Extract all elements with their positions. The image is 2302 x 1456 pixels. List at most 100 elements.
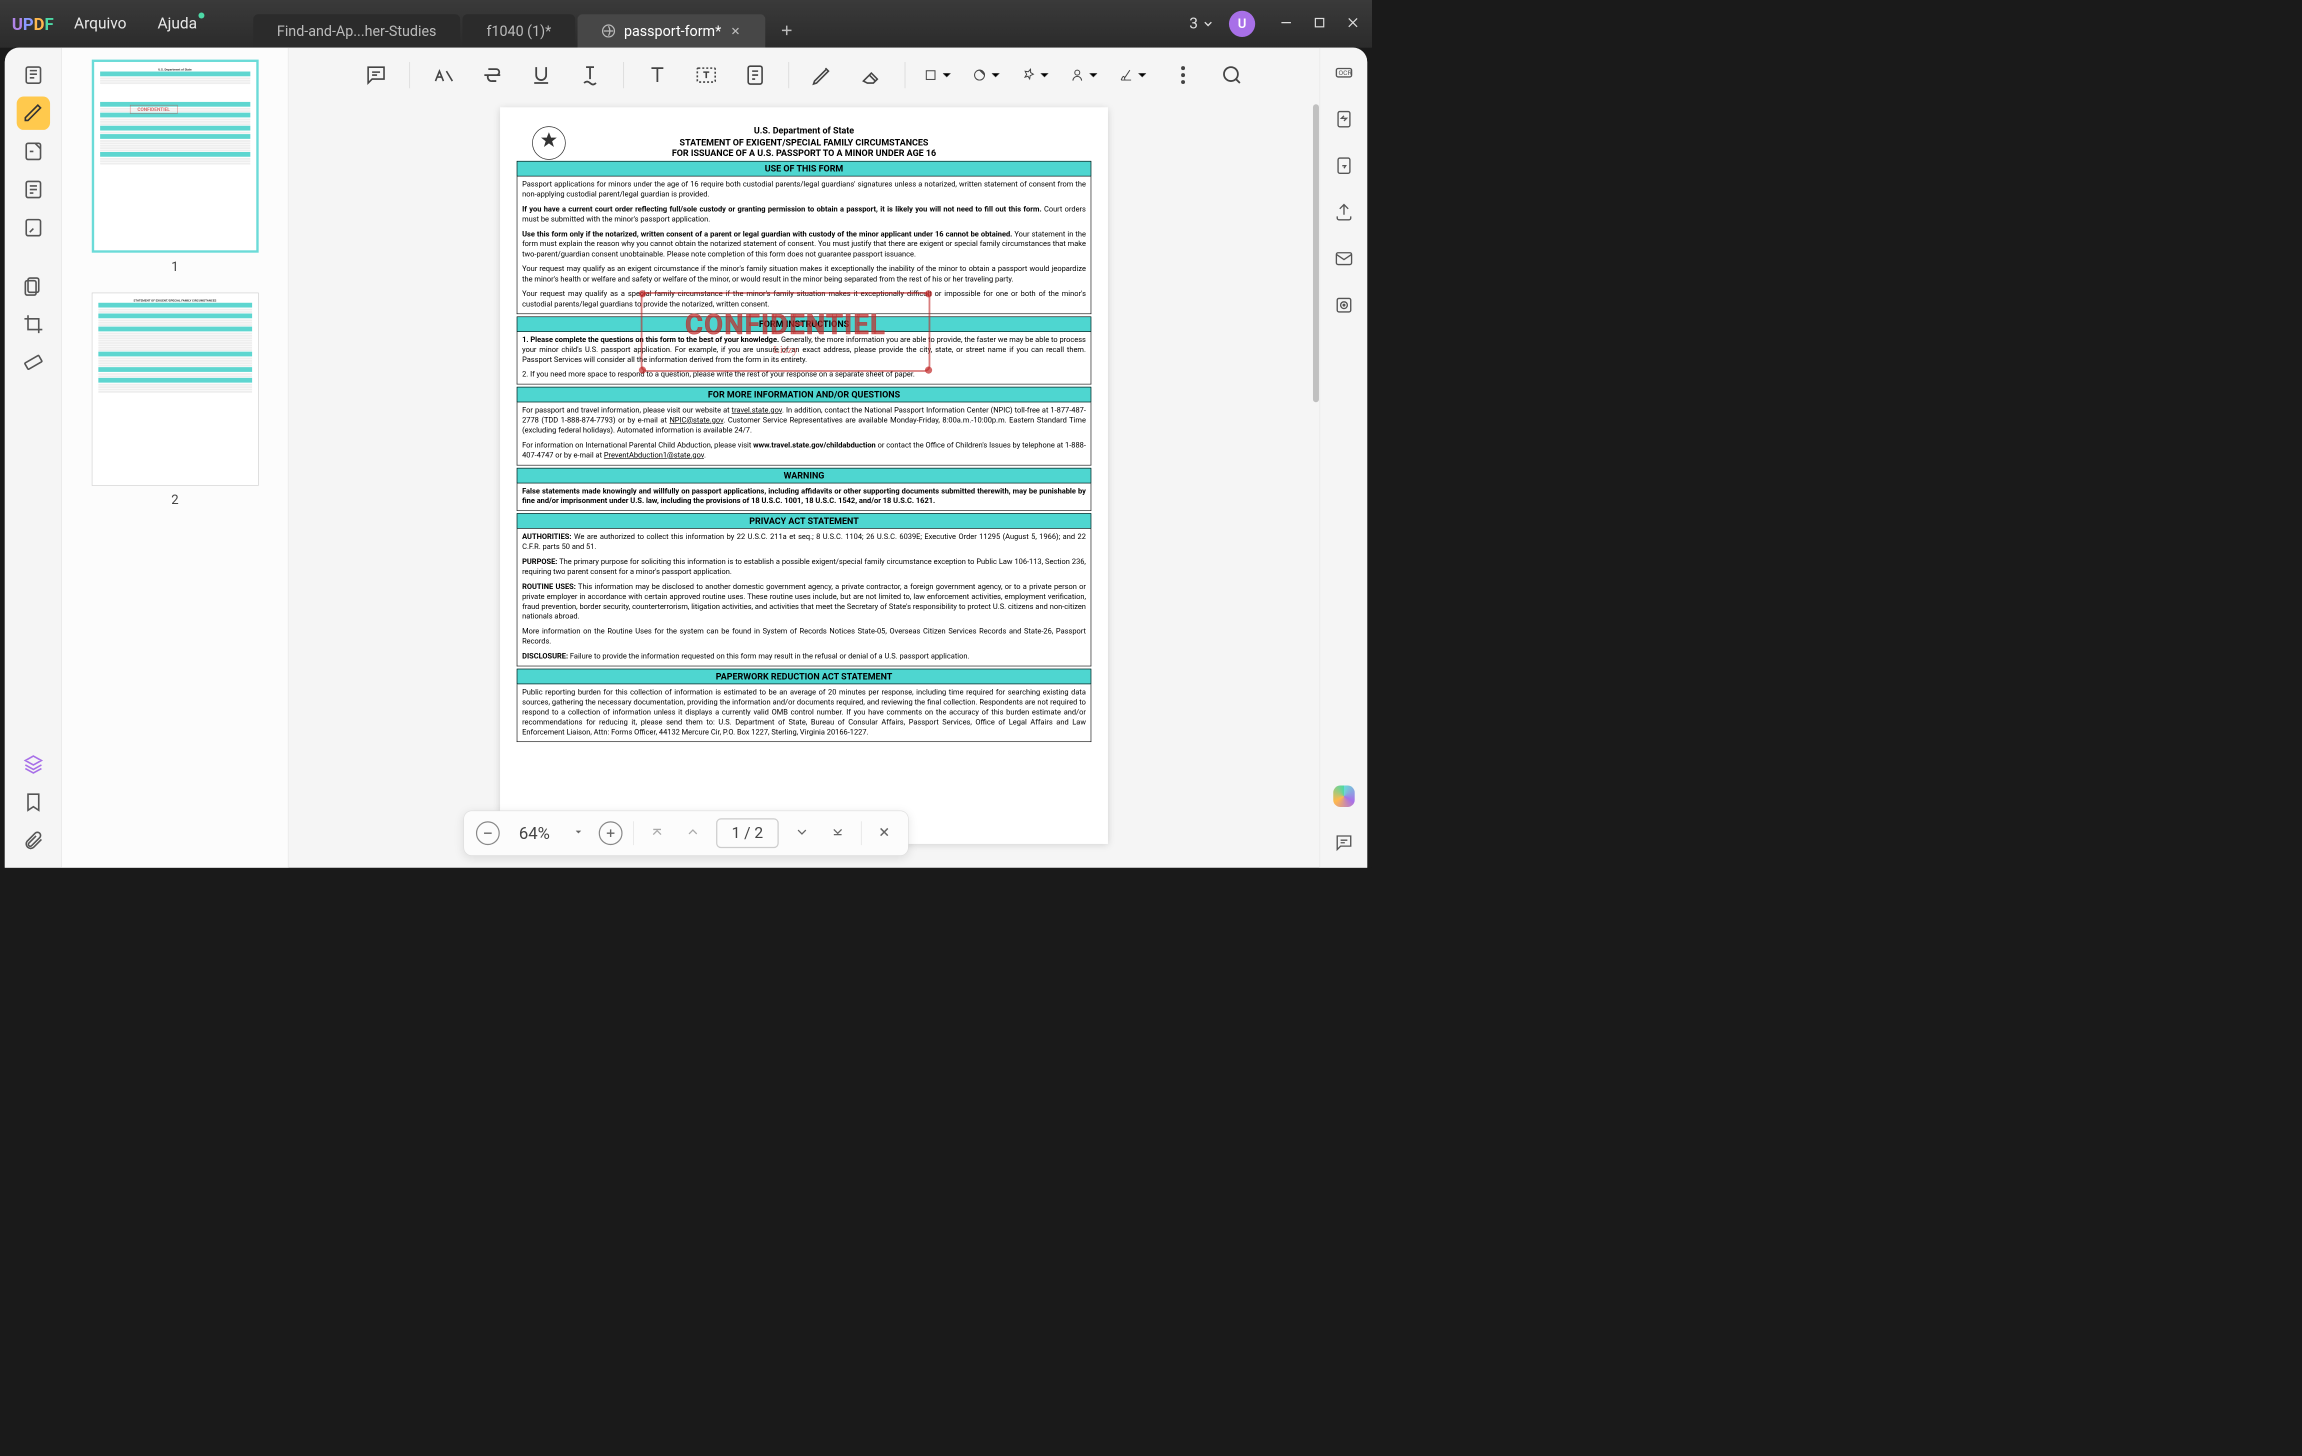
thumbnail-number: 1: [171, 260, 178, 275]
thumbnail-2[interactable]: STATEMENT OF EXIGENT/SPECIAL FAMILY CIRC…: [74, 293, 276, 508]
tab-label: f1040 (1)*: [487, 23, 552, 40]
zoom-out-button[interactable]: [476, 821, 500, 845]
page-indicator[interactable]: 1 / 2: [716, 818, 779, 848]
thumbnail-1[interactable]: U.S. Department of State CONFIDENTIEL 1: [74, 60, 276, 275]
tab-f1040[interactable]: f1040 (1)*: [463, 14, 575, 47]
left-sidebar: [5, 48, 62, 868]
measure-button[interactable]: [16, 346, 49, 379]
read-mode-button[interactable]: [16, 58, 49, 91]
minimize-button[interactable]: [1279, 15, 1293, 32]
tab-find-apply[interactable]: Find-and-Ap...her-Studies: [253, 14, 460, 47]
close-button[interactable]: [1346, 15, 1360, 32]
signature-tool[interactable]: [1070, 60, 1101, 91]
section-paper-body: Public reporting burden for this collect…: [517, 684, 1092, 742]
maximize-button[interactable]: [1312, 15, 1326, 32]
document-viewport[interactable]: U.S. Department of State STATEMENT OF EX…: [288, 48, 1319, 868]
thumbnail-image: STATEMENT OF EXIGENT/SPECIAL FAMILY CIRC…: [91, 293, 258, 486]
doc-title: STATEMENT OF EXIGENT/SPECIAL FAMILY CIRC…: [517, 137, 1092, 148]
first-page-button[interactable]: [645, 820, 670, 847]
note-tool[interactable]: [740, 60, 771, 91]
pencil-tool[interactable]: [807, 60, 838, 91]
tab-label: Find-and-Ap...her-Studies: [277, 23, 437, 40]
comment-tool[interactable]: [361, 60, 392, 91]
comments-panel-button[interactable]: [1329, 828, 1358, 857]
highlight-tool[interactable]: [428, 60, 459, 91]
stamp-name: Lizzy: [773, 343, 797, 356]
right-sidebar: OCR: [1320, 48, 1368, 868]
app-logo: UPDF: [12, 14, 54, 34]
eraser-tool[interactable]: [856, 60, 887, 91]
email-button[interactable]: [1329, 244, 1358, 273]
textbox-tool[interactable]: [691, 60, 722, 91]
highlight-button[interactable]: [16, 97, 49, 130]
zoom-in-button[interactable]: [599, 821, 623, 845]
form-button[interactable]: [16, 173, 49, 206]
close-nav-button[interactable]: [872, 820, 896, 846]
tab-count-dropdown[interactable]: 3: [1189, 15, 1214, 33]
attach-button[interactable]: [16, 824, 49, 857]
stamp-text: CONFIDENTIEL: [685, 308, 886, 340]
ocr-button[interactable]: OCR: [1329, 58, 1358, 87]
edit-icon: [601, 24, 615, 38]
section-paper-head: PAPERWORK REDUCTION ACT STATEMENT: [517, 669, 1092, 684]
window-controls: [1279, 15, 1360, 32]
total-pages: 2: [754, 824, 763, 842]
more-tool[interactable]: [1168, 60, 1199, 91]
search-button[interactable]: [1216, 60, 1247, 91]
crop-button[interactable]: [16, 308, 49, 341]
tab-passport-form[interactable]: passport-form*: [577, 14, 765, 47]
close-icon[interactable]: [730, 25, 742, 37]
zoom-level: 64%: [511, 823, 559, 843]
document-tabs: Find-and-Ap...her-Studies f1040 (1)* pas…: [253, 0, 1180, 48]
stamp-tool[interactable]: [1021, 60, 1052, 91]
squiggly-tool[interactable]: [575, 60, 606, 91]
section-warn-head: WARNING: [517, 468, 1092, 483]
underline-tool[interactable]: [526, 60, 557, 91]
titlebar-right: 3 U: [1189, 11, 1360, 37]
save-button[interactable]: [1329, 291, 1358, 320]
section-warn-body: False statements made knowingly and will…: [517, 483, 1092, 511]
next-page-button[interactable]: [789, 820, 814, 847]
annotation-toolbar: [288, 48, 1319, 103]
user-avatar[interactable]: U: [1229, 11, 1255, 37]
compress-button[interactable]: [1329, 151, 1358, 180]
current-page: 1: [732, 824, 741, 842]
sticker-tool[interactable]: [972, 60, 1003, 91]
page-navigation-bar: 64% 1 / 2: [463, 811, 908, 856]
doc-subtitle: FOR ISSUANCE OF A U.S. PASSPORT TO A MIN…: [517, 148, 1092, 159]
doc-dept: U.S. Department of State: [517, 125, 1092, 136]
menu-arquivo[interactable]: Arquivo: [63, 10, 137, 37]
thumbnail-number: 2: [171, 493, 178, 508]
share-button[interactable]: [1329, 198, 1358, 227]
zoom-dropdown[interactable]: [569, 822, 588, 843]
ai-button[interactable]: [1329, 782, 1358, 811]
last-page-button[interactable]: [825, 820, 850, 847]
svg-text:OCR: OCR: [1338, 69, 1352, 77]
document-page: U.S. Department of State STATEMENT OF EX…: [500, 107, 1108, 844]
section-info-body: For passport and travel information, ple…: [517, 402, 1092, 465]
menu-ajuda[interactable]: Ajuda: [147, 10, 208, 37]
strikethrough-tool[interactable]: [477, 60, 508, 91]
sign-tool[interactable]: [1119, 60, 1150, 91]
main-area: U.S. Department of State CONFIDENTIEL 1 …: [5, 48, 1367, 868]
shape-tool[interactable]: [923, 60, 954, 91]
annotate-button[interactable]: [16, 135, 49, 168]
page-manager-button[interactable]: [16, 269, 49, 302]
section-info-head: FOR MORE INFORMATION AND/OR QUESTIONS: [517, 387, 1092, 402]
section-privacy-head: PRIVACY ACT STATEMENT: [517, 513, 1092, 528]
ai-icon: [1333, 786, 1354, 807]
vertical-scrollbar[interactable]: [1313, 104, 1319, 402]
seal-icon: [531, 125, 567, 161]
update-dot-icon: [198, 13, 204, 19]
comment-button[interactable]: [16, 211, 49, 244]
prev-page-button[interactable]: [680, 820, 705, 847]
confidential-stamp[interactable]: CONFIDENTIEL Lizzy: [641, 292, 931, 372]
convert-button[interactable]: [1329, 105, 1358, 134]
add-tab-button[interactable]: [768, 16, 806, 48]
titlebar: UPDF Arquivo Ajuda Find-and-Ap...her-Stu…: [0, 0, 1372, 48]
text-tool[interactable]: [642, 60, 673, 91]
section-use-head: USE OF THIS FORM: [517, 161, 1092, 176]
bookmark-button[interactable]: [16, 786, 49, 819]
layers-button[interactable]: [16, 747, 49, 780]
thumbnail-image: U.S. Department of State CONFIDENTIEL: [91, 60, 258, 253]
